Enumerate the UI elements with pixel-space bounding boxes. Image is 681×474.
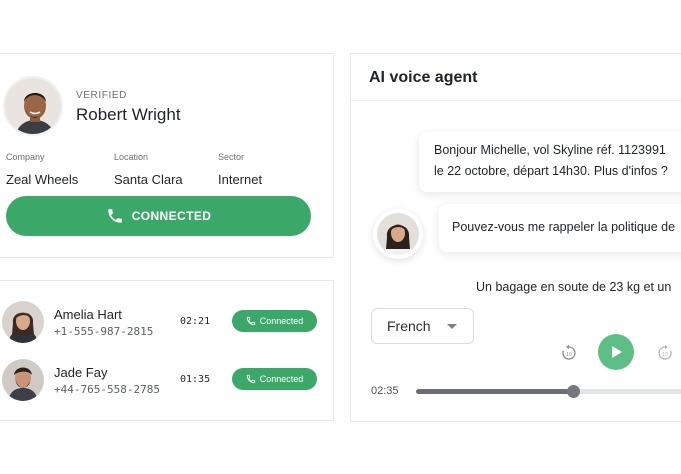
- contact-name: Robert Wright: [76, 105, 181, 124]
- message-line: Bonjour Michelle, vol Skyline réf. 11239…: [434, 143, 666, 157]
- avatar: [2, 359, 44, 401]
- caller-phone: +1-555-987-2815: [54, 325, 154, 338]
- verified-label: VERIFIED: [76, 90, 127, 101]
- forward-icon[interactable]: 10: [656, 344, 674, 362]
- call-duration: 01:35: [180, 374, 211, 385]
- caller-phone: +44-765-558-2785: [54, 383, 160, 396]
- sector-field: Sector Internet: [218, 152, 262, 187]
- call-duration: 02:21: [180, 316, 211, 327]
- avatar: [3, 76, 63, 136]
- status-badge: Connected: [232, 368, 317, 390]
- audio-player: French 10 10 02:35: [351, 294, 681, 421]
- language-select[interactable]: French: [371, 308, 474, 344]
- company-field: Company Zeal Wheels: [6, 152, 78, 187]
- caller-name: Amelia Hart: [54, 307, 122, 322]
- contact-card: VERIFIED Robert Wright Company Zeal Whee…: [0, 53, 334, 258]
- sector-value: Internet: [218, 172, 263, 187]
- chevron-down-icon: [447, 324, 457, 329]
- message-bubble: Pouvez-vous me rappeler la politique de: [439, 204, 681, 252]
- status-badge: Connected: [232, 310, 317, 332]
- progress-fill: [416, 389, 573, 394]
- company-label: Company: [6, 152, 45, 162]
- message-line: le 22 octobre, départ 14h30. Plus d'info…: [434, 164, 668, 178]
- sector-label: Sector: [218, 152, 245, 162]
- phone-connected-icon: [246, 316, 255, 326]
- connected-button-label: CONNECTED: [131, 209, 212, 223]
- progress-track[interactable]: [416, 385, 681, 398]
- caller-name: Jade Fay: [54, 365, 108, 380]
- message-text: Un bagage en soute de 23 kg et un: [476, 280, 672, 294]
- location-label: Location: [114, 152, 149, 162]
- svg-text:10: 10: [566, 352, 572, 358]
- calls-list: Amelia Hart +1-555-987-2815 02:21 Connec…: [0, 280, 334, 421]
- phone-connected-icon: [246, 374, 255, 384]
- status-badge-label: Connected: [259, 316, 304, 326]
- panel-title: AI voice agent: [351, 54, 681, 101]
- play-button[interactable]: [598, 334, 634, 370]
- rewind-icon[interactable]: 10: [560, 344, 578, 362]
- message-bubble: Bonjour Michelle, vol Skyline réf. 11239…: [419, 132, 681, 192]
- ai-voice-agent-panel: AI voice agent Bonjour Michelle, vol Sky…: [350, 53, 681, 422]
- list-item[interactable]: Amelia Hart +1-555-987-2815 02:21 Connec…: [0, 301, 334, 349]
- location-field: Location Santa Clara: [114, 152, 183, 187]
- phone-icon: [107, 209, 122, 223]
- connected-button[interactable]: CONNECTED: [6, 196, 311, 236]
- location-value: Santa Clara: [114, 172, 183, 187]
- status-badge-label: Connected: [259, 374, 304, 384]
- current-time: 02:35: [371, 385, 399, 397]
- avatar: [2, 301, 44, 343]
- company-value: Zeal Wheels: [6, 172, 79, 187]
- svg-text:10: 10: [662, 352, 668, 358]
- message-text: Pouvez-vous me rappeler la politique de: [452, 220, 676, 234]
- play-icon: [612, 346, 622, 358]
- list-item[interactable]: Jade Fay +44-765-558-2785 01:35 Connecte…: [0, 359, 334, 407]
- language-value: French: [387, 318, 431, 334]
- avatar: [373, 209, 423, 259]
- progress-thumb[interactable]: [566, 385, 580, 398]
